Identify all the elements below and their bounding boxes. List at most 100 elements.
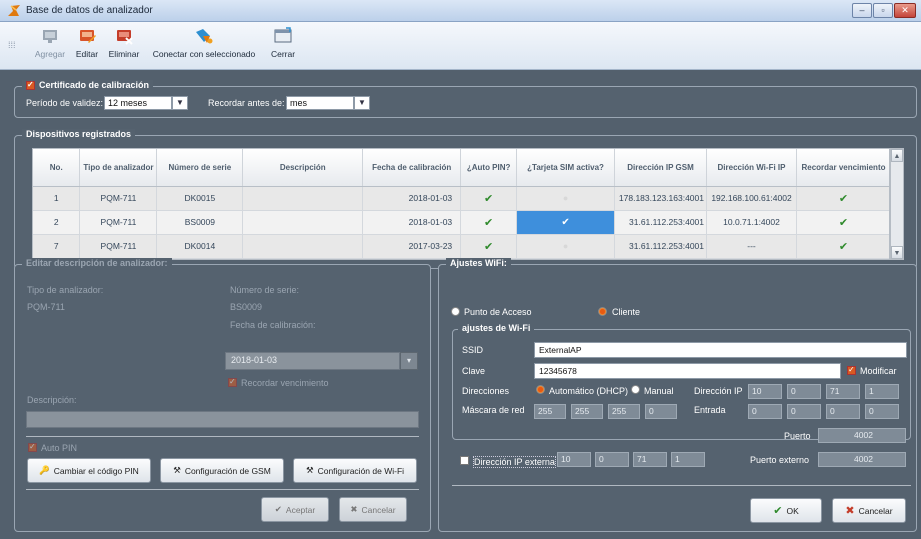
col-tipo[interactable]: Tipo de analizador — [79, 149, 158, 187]
cell-fecha: 2018-01-03 — [362, 210, 462, 235]
col-recordar[interactable]: Recordar vencimiento — [796, 149, 889, 187]
calendar-dropdown-icon[interactable]: ▾ — [400, 352, 418, 370]
ip-externa-checkbox[interactable] — [460, 456, 469, 465]
cancelar-edit-button[interactable]: ✖ Cancelar — [339, 497, 407, 522]
gsm-config-button[interactable]: ⚒ Configuración de GSM — [160, 458, 284, 483]
cliente-radio[interactable] — [598, 307, 607, 316]
mask-octet-3[interactable]: 255 — [608, 404, 640, 419]
modificar-checkbox[interactable] — [847, 365, 856, 375]
table-header: No. Tipo de analizador Número de serie D… — [33, 149, 889, 187]
chevron-down-icon[interactable]: ▼ — [354, 96, 370, 110]
ext-ip-octet-4[interactable]: 1 — [671, 452, 705, 467]
ext-ip-octet-1[interactable]: 10 — [557, 452, 591, 467]
ip-octet-4[interactable]: 1 — [865, 384, 899, 399]
cell-autopin: ✔ — [460, 234, 518, 259]
col-ip-gsm[interactable]: Dirección IP GSM — [614, 149, 707, 187]
toolbar-grip[interactable]: ⁞⁞⁞ — [8, 40, 16, 50]
check-circle-icon: ✔ — [838, 192, 849, 205]
maximize-button[interactable]: ▫ — [873, 3, 893, 18]
table-row[interactable]: 7 PQM-711 DK0014 2017-03-23 ✔ ● 31.61.11… — [33, 234, 889, 259]
dhcp-radio[interactable] — [536, 385, 545, 394]
col-sim[interactable]: ¿Tarjeta SIM activa? — [516, 149, 616, 187]
col-ip-wifi[interactable]: Dirección Wi-Fi IP — [706, 149, 797, 187]
ssid-input[interactable]: ExternalAP — [534, 342, 907, 358]
gw-octet-1[interactable]: 0 — [748, 404, 782, 419]
check-circle-icon: ✔ — [484, 240, 494, 253]
cell-recordar: ✔ — [796, 234, 889, 259]
clave-label: Clave — [462, 366, 486, 376]
puerto-externo-input[interactable]: 4002 — [818, 452, 906, 467]
toolbar: ⁞⁞⁞ Agregar Editar Eliminar Conectar con… — [0, 22, 921, 70]
editar-button[interactable]: Editar — [72, 26, 102, 68]
wifi-title: Ajustes WiFi: — [446, 258, 511, 268]
scroll-down-icon[interactable]: ▼ — [891, 246, 903, 259]
autopin-checkbox[interactable] — [28, 442, 37, 452]
aceptar-button[interactable]: ✔ Aceptar — [261, 497, 329, 522]
cell-ip-gsm: 178.183.123.163:4001 — [614, 186, 707, 211]
col-autopin[interactable]: ¿Auto PIN? — [460, 149, 518, 187]
cell-desc — [242, 186, 364, 211]
close-window-button[interactable]: ✕ — [894, 3, 916, 18]
check-circle-icon: ✔ — [773, 505, 783, 517]
descripcion-label: Descripción: — [27, 395, 77, 405]
fecha-input[interactable]: 2018-01-03 — [225, 352, 400, 370]
gw-octet-4[interactable]: 0 — [865, 404, 899, 419]
ip-octet-1[interactable]: 10 — [748, 384, 782, 399]
cell-sim-selected[interactable]: ✔ — [516, 210, 616, 235]
wifi-config-button[interactable]: ⚒ Configuración de Wi-Fi — [293, 458, 417, 483]
col-serie[interactable]: Número de serie — [156, 149, 244, 187]
calibration-legend: Certificado de calibración — [22, 80, 154, 90]
ok-label: OK — [786, 505, 799, 516]
col-no[interactable]: No. — [33, 149, 81, 187]
eliminar-button[interactable]: Eliminar — [106, 26, 142, 68]
table-scrollbar[interactable]: ▲ ▼ — [890, 148, 904, 260]
serie-value: BS0009 — [230, 302, 263, 312]
manual-radio[interactable] — [631, 385, 640, 394]
ext-ip-octet-2[interactable]: 0 — [595, 452, 629, 467]
col-descripcion[interactable]: Descripción — [242, 149, 364, 187]
gw-octet-3[interactable]: 0 — [826, 404, 860, 419]
cancelar-button[interactable]: ✖ Cancelar — [832, 498, 906, 523]
table-row[interactable]: 1 PQM-711 DK0015 2018-01-03 ✔ ● 178.183.… — [33, 186, 889, 211]
cliente-label: Cliente — [612, 307, 641, 317]
check-circle-icon: ✔ — [838, 216, 849, 229]
ip-externa-label: Dirección IP externa — [473, 456, 556, 468]
cell-ip-gsm: 31.61.112.253:4001 — [614, 210, 707, 235]
periodo-select[interactable]: 12 meses — [104, 96, 172, 110]
clave-input[interactable]: 12345678 — [534, 363, 841, 379]
manual-label: Manual — [644, 386, 674, 396]
cell-tipo: PQM-711 — [79, 234, 158, 259]
change-pin-button[interactable]: 🔑 Cambiar el código PIN — [27, 458, 151, 483]
ok-button[interactable]: ✔ OK — [750, 498, 822, 523]
cell-recordar: ✔ — [796, 210, 889, 235]
descripcion-input[interactable] — [26, 411, 419, 428]
agregar-button[interactable]: Agregar — [32, 26, 68, 68]
scroll-up-icon[interactable]: ▲ — [891, 149, 903, 162]
cell-serie: DK0014 — [156, 234, 244, 259]
ext-ip-octet-3[interactable]: 71 — [633, 452, 667, 467]
calibration-checkbox[interactable] — [26, 80, 35, 90]
cell-tipo: PQM-711 — [79, 210, 158, 235]
conectar-button[interactable]: Conectar con seleccionado — [150, 26, 258, 68]
minimize-button[interactable]: – — [852, 3, 872, 18]
col-fecha[interactable]: Fecha de calibración — [362, 149, 462, 187]
mask-octet-1[interactable]: 255 — [534, 404, 566, 419]
chevron-down-icon[interactable]: ▼ — [172, 96, 188, 110]
gw-octet-2[interactable]: 0 — [787, 404, 821, 419]
cerrar-button[interactable]: Cerrar — [268, 26, 298, 68]
mask-octet-4[interactable]: 0 — [645, 404, 677, 419]
recordar-select[interactable]: mes — [286, 96, 354, 110]
connect-icon — [196, 29, 213, 44]
ip-octet-3[interactable]: 71 — [826, 384, 860, 399]
cell-no: 7 — [33, 234, 81, 259]
mask-octet-2[interactable]: 255 — [571, 404, 603, 419]
puerto-input[interactable]: 4002 — [818, 428, 906, 443]
table-row[interactable]: 2 PQM-711 BS0009 2018-01-03 ✔ ✔ 31.61.11… — [33, 210, 889, 235]
ip-octet-2[interactable]: 0 — [787, 384, 821, 399]
check-circle-icon: ✔ — [484, 192, 494, 205]
cell-no: 1 — [33, 186, 81, 211]
recordar-checkbox[interactable] — [228, 377, 237, 387]
tipo-label: Tipo de analizador: — [27, 285, 104, 295]
punto-acceso-radio[interactable] — [451, 307, 460, 316]
cell-desc — [242, 234, 364, 259]
